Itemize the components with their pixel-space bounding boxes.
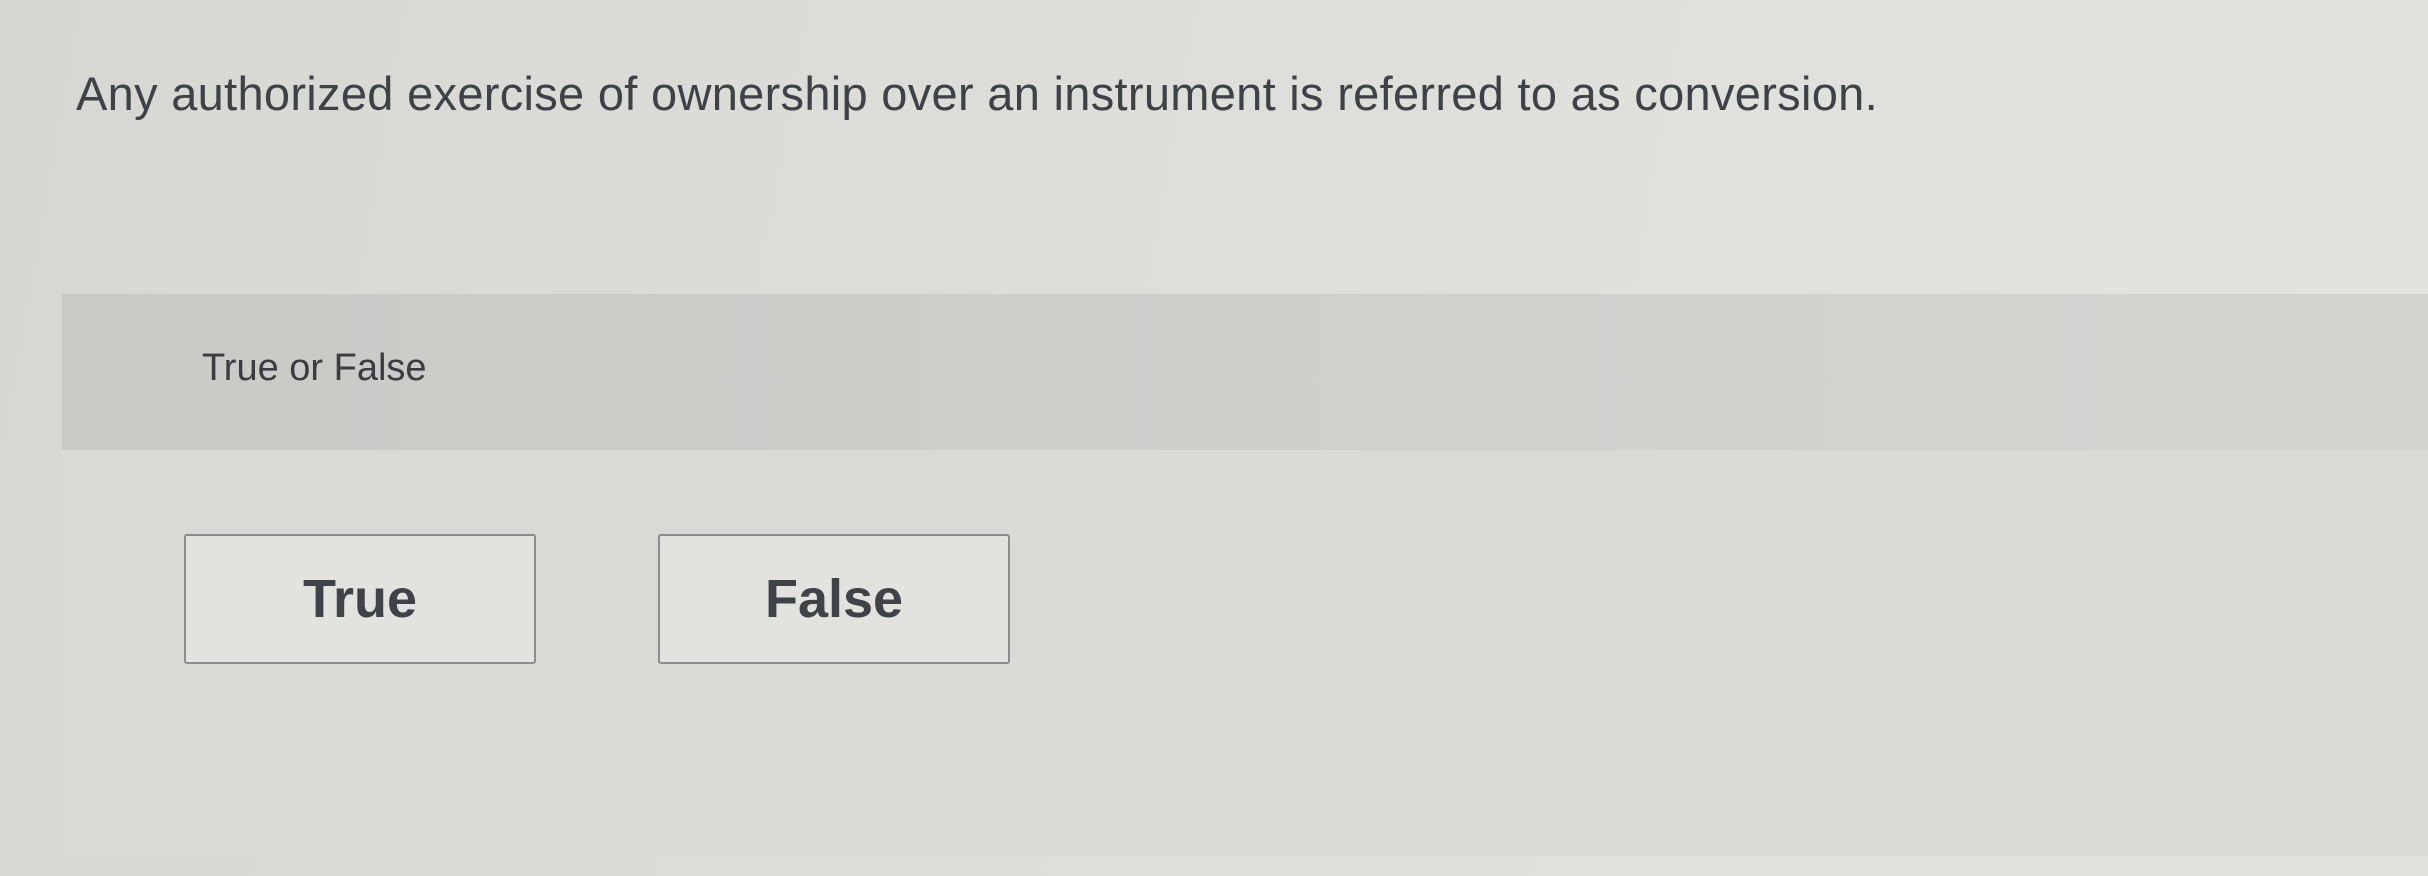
- answer-panel-header: True or False: [62, 294, 2428, 450]
- answer-panel: True or False True False: [62, 294, 2428, 856]
- false-button[interactable]: False: [658, 534, 1010, 664]
- question-text: Any authorized exercise of ownership ove…: [76, 67, 1878, 120]
- true-button[interactable]: True: [184, 534, 536, 664]
- question-type-label: True or False: [202, 347, 427, 389]
